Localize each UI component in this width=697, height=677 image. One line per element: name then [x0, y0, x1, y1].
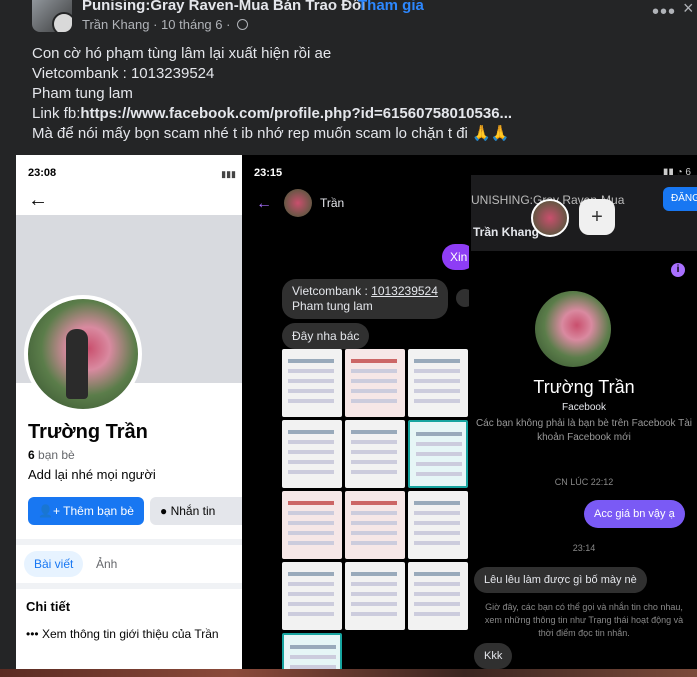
avatar	[284, 189, 312, 217]
back-arrow-icon: ←	[28, 189, 48, 211]
transfer-receipt-thumb	[282, 349, 342, 417]
image-grid	[282, 349, 468, 669]
transfer-receipt-thumb	[345, 491, 405, 559]
message-button: ● Nhắn tin	[150, 497, 242, 525]
post-text: Con cờ hó phạm tùng lâm lại xuất hiện rồ…	[32, 44, 682, 144]
transfer-receipt-thumb	[408, 562, 468, 630]
photo-collage[interactable]: 23:08 ▮▮▮ ← Trường Trần 6 bạn bè Add lại…	[16, 155, 697, 669]
bank-number: 1013239524	[371, 284, 438, 298]
more-options-button[interactable]: •••	[652, 2, 676, 22]
plus-icon: +	[579, 199, 615, 235]
friends-number: 6	[28, 448, 35, 462]
chat-head-avatar	[531, 199, 569, 237]
timestamp: 23:14	[572, 543, 596, 553]
profile-name: Trường Trần	[28, 421, 148, 443]
add-friend-button: 👤+ Thêm bạn bè	[28, 497, 144, 525]
profile-screenshot[interactable]: 23:08 ▮▮▮ ← Trường Trần 6 bạn bè Add lại…	[16, 155, 242, 669]
incoming-message: Kkk	[474, 643, 513, 669]
tab-photos: Ảnh	[96, 557, 118, 571]
transfer-receipt-thumb	[282, 562, 342, 630]
transfer-receipt-thumb	[345, 420, 405, 488]
meta-separator: ·	[226, 17, 231, 32]
post-date-link[interactable]: 10 tháng 6	[161, 17, 222, 32]
chat-subtitle: Facebook	[562, 402, 606, 413]
author-name-link[interactable]: Trần Khang	[82, 17, 149, 32]
post-meta: Trần Khang · 10 tháng 6 ·	[82, 17, 249, 32]
transfer-receipt-thumb	[408, 420, 468, 488]
tab-posts: Bài viết	[24, 551, 84, 577]
transfer-receipt-thumb	[345, 562, 405, 630]
outgoing-message: Acc giá bn vậy ạ	[584, 500, 685, 528]
post-line: Link fb:https://www.facebook.com/profile…	[32, 104, 682, 124]
transfer-receipt-thumb	[345, 349, 405, 417]
transfer-receipt-thumb	[408, 349, 468, 417]
divider	[16, 539, 242, 545]
transfer-receipt-thumb	[282, 420, 342, 488]
notice-text: Giờ đây, các bạn có thể gọi và nhắn tin …	[484, 602, 684, 638]
close-icon[interactable]: ×	[683, 0, 694, 19]
message-label: Nhắn tin	[170, 504, 216, 518]
meta-separator: ·	[153, 17, 158, 32]
transfer-receipt-thumb	[408, 491, 468, 559]
profile-bio: Add lại nhé mọi người	[28, 467, 156, 482]
post-line: Con cờ hó phạm tùng lâm lại xuất hiện rồ…	[32, 45, 332, 62]
post-line: Vietcombank : 1013239524	[32, 65, 215, 82]
link-prefix: Link fb:	[32, 105, 81, 122]
details-heading: Chi tiết	[26, 599, 71, 614]
incoming-message: Vietcombank : 1013239524 Pham tung lam	[282, 279, 448, 319]
transfer-receipt-thumb	[282, 491, 342, 559]
incoming-message: Lêu lêu làm được gì bố mày nè	[474, 567, 647, 593]
next-post-strip	[0, 669, 697, 677]
bank-label: Vietcombank :	[292, 284, 372, 298]
post-line: Mà để nói mấy bọn scam nhé t ib nhớ rep …	[32, 125, 510, 142]
globe-icon	[237, 19, 249, 30]
friends-count: 6 bạn bè	[28, 448, 75, 462]
chat-name: Trường Trần	[533, 377, 635, 397]
intro-link: ••• Xem thông tin giới thiệu của Trần	[26, 627, 219, 641]
separator-dot: ·	[348, 0, 353, 14]
group-avatar[interactable]	[32, 0, 72, 32]
battery-icon: ▮▮▮	[221, 169, 236, 179]
react-icon	[456, 289, 469, 307]
post-line: Pham tung lam	[32, 85, 133, 102]
add-friend-label: Thêm bạn bè	[63, 504, 134, 518]
outgoing-message: Xin	[442, 244, 469, 270]
author-avatar[interactable]	[52, 12, 72, 32]
chat-name: Trần	[320, 196, 345, 210]
status-time: 23:15	[254, 167, 283, 179]
bank-owner: Pham tung lam	[292, 299, 373, 313]
profile-link[interactable]: https://www.facebook.com/profile.php?id=…	[80, 105, 512, 122]
person-figure	[66, 329, 88, 399]
friends-label: bạn bè	[38, 448, 75, 462]
info-icon: i	[671, 263, 685, 277]
author-name: Trần Khang	[473, 225, 540, 239]
group-name-link[interactable]: Punising:Gray Raven-Mua Bán Trao Đổi	[82, 0, 365, 14]
status-time: 23:08	[28, 167, 57, 179]
intro-label: Xem thông tin giới thiệu của Trần	[41, 627, 219, 641]
messenger-screenshot[interactable]: ▮▮ ◔ 6 UNISHING:Gray Raven-Mua ĐĂNG Trần…	[471, 155, 697, 669]
timestamp: CN LÚC 22:12	[554, 477, 614, 487]
chat-screenshot[interactable]: 23:15 ← Trần Xin Vietcombank : 101323952…	[244, 155, 469, 669]
profile-picture	[24, 295, 142, 413]
transfer-receipt-thumb	[282, 633, 342, 669]
join-group-link[interactable]: Tham gia	[358, 0, 424, 14]
post-header: Punising:Gray Raven-Mua Bán Trao Đổi · T…	[0, 0, 697, 36]
join-button: ĐĂNG	[663, 187, 697, 211]
incoming-message: Đây nha bác	[282, 323, 370, 349]
divider	[16, 583, 242, 589]
back-arrow-icon: ←	[256, 195, 272, 212]
profile-picture	[535, 291, 611, 367]
chat-info: Các bạn không phải là bạn bè trên Facebo…	[475, 418, 693, 443]
